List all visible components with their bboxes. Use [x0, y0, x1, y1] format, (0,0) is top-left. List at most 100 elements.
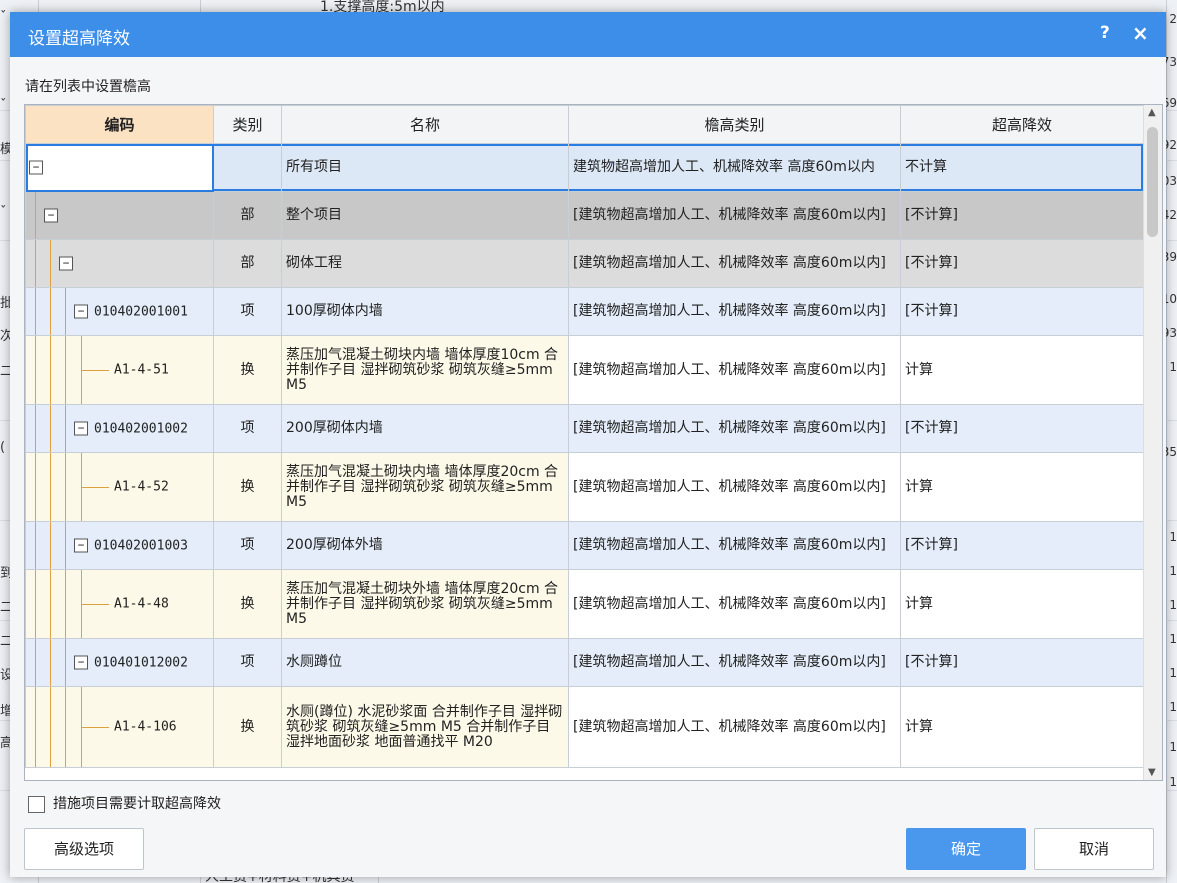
name-cell: 蒸压加气混凝土砌块内墙 墙体厚度10cm 合并制作子目 湿拌砌筑砂浆 砌筑灰缝≥…	[281, 335, 569, 405]
height-type-cell[interactable]: [建筑物超高增加人工、机械降效率 高度60m以内]	[568, 452, 901, 522]
checkbox-box[interactable]	[28, 795, 45, 813]
advanced-options-button[interactable]: 高级选项	[24, 828, 144, 870]
help-icon[interactable]: ?	[1100, 23, 1110, 43]
height-type-cell[interactable]: [建筑物超高增加人工、机械降效率 高度60m以内]	[568, 569, 901, 639]
super-effect-cell[interactable]: [不计算]	[900, 287, 1144, 336]
code-cell[interactable]: A1-4-51	[25, 335, 214, 405]
height-type-cell[interactable]: [建筑物超高增加人工、机械降效率 高度60m以内]	[568, 686, 901, 768]
height-type-cell[interactable]: 建筑物超高增加人工、机械降效率 高度60m以内	[568, 143, 901, 192]
table-row[interactable]: − 部 砌体工程 [建筑物超高增加人工、机械降效率 高度60m以内] [不计算]	[25, 239, 1144, 288]
super-effect-cell[interactable]: [不计算]	[900, 239, 1144, 288]
code-cell[interactable]: −	[25, 191, 214, 240]
name-cell: 水厕(蹲位) 水泥砂浆面 合并制作子目 湿拌砌筑砂浆 砌筑灰缝≥5mm M5 合…	[281, 686, 569, 768]
height-type-value: [建筑物超高增加人工、机械降效率 高度60m以内]	[573, 654, 886, 670]
super-effect-cell[interactable]: [不计算]	[900, 638, 1144, 687]
category-cell: 换	[213, 569, 282, 639]
bg-right-text: 2	[1169, 12, 1177, 26]
height-type-value: [建筑物超高增加人工、机械降效率 高度60m以内]	[573, 420, 886, 436]
height-type-cell[interactable]: [建筑物超高增加人工、机械降效率 高度60m以内]	[568, 638, 901, 687]
cancel-button[interactable]: 取消	[1034, 828, 1154, 870]
collapse-icon[interactable]: −	[44, 208, 58, 223]
collapse-icon[interactable]: −	[74, 655, 88, 670]
code-cell[interactable]: −010402001001	[25, 287, 214, 336]
name-cell: 水厕蹲位	[281, 638, 569, 687]
height-type-value: [建筑物超高增加人工、机械降效率 高度60m以内]	[573, 718, 886, 735]
code-cell[interactable]: −	[25, 239, 214, 288]
table-row[interactable]: − 所有项目 建筑物超高增加人工、机械降效率 高度60m以内 不计算	[25, 143, 1144, 192]
eaves-height-grid[interactable]: 编码 类别 名称 檐高类别 超高降效 − 所有项目 建筑物超高增加人工、机械降效…	[24, 104, 1163, 781]
code-cell[interactable]: A1-4-52	[25, 452, 214, 522]
code-cell[interactable]: −010402001003	[25, 521, 214, 570]
bg-right-text: 1	[1169, 666, 1177, 680]
column-header-height-type[interactable]: 檐高类别	[568, 105, 901, 144]
table-row[interactable]: − 部 整个项目 [建筑物超高增加人工、机械降效率 高度60m以内] [不计算]	[25, 191, 1144, 240]
scroll-thumb[interactable]	[1147, 127, 1158, 237]
table-row[interactable]: −010402001001 项 100厚砌体内墙 [建筑物超高增加人工、机械降效…	[25, 287, 1144, 336]
height-type-cell[interactable]: [建筑物超高增加人工、机械降效率 高度60m以内]	[568, 239, 901, 288]
category-cell: 部	[213, 239, 282, 288]
vertical-scrollbar[interactable]: ▲ ▼	[1143, 105, 1162, 780]
scroll-up-icon[interactable]: ▲	[1148, 107, 1156, 118]
height-type-value: [建筑物超高增加人工、机械降效率 高度60m以内]	[573, 478, 886, 495]
table-row[interactable]: −010401012002 项 水厕蹲位 [建筑物超高增加人工、机械降效率 高度…	[25, 638, 1144, 687]
bg-right-text: 1	[1169, 700, 1177, 714]
category-cell: 换	[213, 686, 282, 768]
super-effect-cell[interactable]: 计算	[900, 686, 1144, 768]
super-effect-cell[interactable]: [不计算]	[900, 404, 1144, 453]
dialog-title: 设置超高降效	[28, 29, 130, 49]
name-cell: 所有项目	[281, 143, 569, 192]
name-cell: 100厚砌体内墙	[281, 287, 569, 336]
height-type-value: [建筑物超高增加人工、机械降效率 高度60m以内]	[573, 537, 886, 553]
ok-button[interactable]: 确定	[906, 828, 1026, 870]
height-type-value: 建筑物超高增加人工、机械降效率 高度60m以内	[573, 159, 875, 175]
code-cell[interactable]: −	[25, 143, 214, 192]
table-row[interactable]: A1-4-52 换 蒸压加气混凝土砌块内墙 墙体厚度20cm 合并制作子目 湿拌…	[25, 452, 1144, 522]
code-cell[interactable]: −010402001002	[25, 404, 214, 453]
collapse-icon[interactable]: −	[74, 304, 88, 319]
column-header-code[interactable]: 编码	[25, 105, 214, 144]
name-cell: 蒸压加气混凝土砌块内墙 墙体厚度20cm 合并制作子目 湿拌砌筑砂浆 砌筑灰缝≥…	[281, 452, 569, 522]
item-code: A1-4-51	[114, 362, 169, 378]
height-type-value: [建筑物超高增加人工、机械降效率 高度60m以内]	[573, 255, 886, 271]
column-header-category[interactable]: 类别	[213, 105, 282, 144]
height-type-cell[interactable]: [建筑物超高增加人工、机械降效率 高度60m以内]	[568, 287, 901, 336]
category-cell: 项	[213, 521, 282, 570]
collapse-icon[interactable]: −	[29, 160, 43, 175]
name-cell: 整个项目	[281, 191, 569, 240]
instruction-text: 请在列表中设置檐高	[25, 79, 151, 95]
category-cell: 项	[213, 404, 282, 453]
item-code: 010402001002	[94, 421, 188, 436]
code-cell[interactable]: −010401012002	[25, 638, 214, 687]
super-effect-cell[interactable]: 计算	[900, 335, 1144, 405]
close-icon[interactable]: ×	[1132, 21, 1149, 45]
super-effect-cell[interactable]: 不计算	[900, 143, 1144, 192]
scroll-down-icon[interactable]: ▼	[1148, 767, 1156, 778]
column-header-super-effect[interactable]: 超高降效	[900, 105, 1144, 144]
table-row[interactable]: A1-4-51 换 蒸压加气混凝土砌块内墙 墙体厚度10cm 合并制作子目 湿拌…	[25, 335, 1144, 405]
super-effect-cell[interactable]: 计算	[900, 452, 1144, 522]
table-row[interactable]: A1-4-48 换 蒸压加气混凝土砌块外墙 墙体厚度20cm 合并制作子目 湿拌…	[25, 569, 1144, 639]
bg-right-text: 1	[1169, 598, 1177, 612]
super-effect-cell[interactable]: [不计算]	[900, 191, 1144, 240]
code-cell[interactable]: A1-4-48	[25, 569, 214, 639]
height-type-cell[interactable]: [建筑物超高增加人工、机械降效率 高度60m以内]	[568, 404, 901, 453]
height-type-cell[interactable]: [建筑物超高增加人工、机械降效率 高度60m以内]	[568, 191, 901, 240]
bg-left-text: ˇ	[0, 10, 7, 25]
bg-right-text: 1	[1169, 530, 1177, 544]
name-cell: 200厚砌体外墙	[281, 521, 569, 570]
table-row[interactable]: −010402001002 项 200厚砌体内墙 [建筑物超高增加人工、机械降效…	[25, 404, 1144, 453]
bg-right-text: 1	[1169, 564, 1177, 578]
code-cell[interactable]: A1-4-106	[25, 686, 214, 768]
height-type-cell[interactable]: [建筑物超高增加人工、机械降效率 高度60m以内]	[568, 335, 901, 405]
table-row[interactable]: −010402001003 项 200厚砌体外墙 [建筑物超高增加人工、机械降效…	[25, 521, 1144, 570]
measure-items-checkbox[interactable]: 措施项目需要计取超高降效	[28, 793, 221, 813]
name-cell: 200厚砌体内墙	[281, 404, 569, 453]
height-type-cell[interactable]: [建筑物超高增加人工、机械降效率 高度60m以内]	[568, 521, 901, 570]
super-effect-cell[interactable]: [不计算]	[900, 521, 1144, 570]
collapse-icon[interactable]: −	[74, 538, 88, 553]
table-row[interactable]: A1-4-106 换 水厕(蹲位) 水泥砂浆面 合并制作子目 湿拌砌筑砂浆 砌筑…	[25, 686, 1144, 768]
super-effect-cell[interactable]: 计算	[900, 569, 1144, 639]
column-header-name[interactable]: 名称	[281, 105, 569, 144]
collapse-icon[interactable]: −	[74, 421, 88, 436]
collapse-icon[interactable]: −	[59, 256, 73, 271]
